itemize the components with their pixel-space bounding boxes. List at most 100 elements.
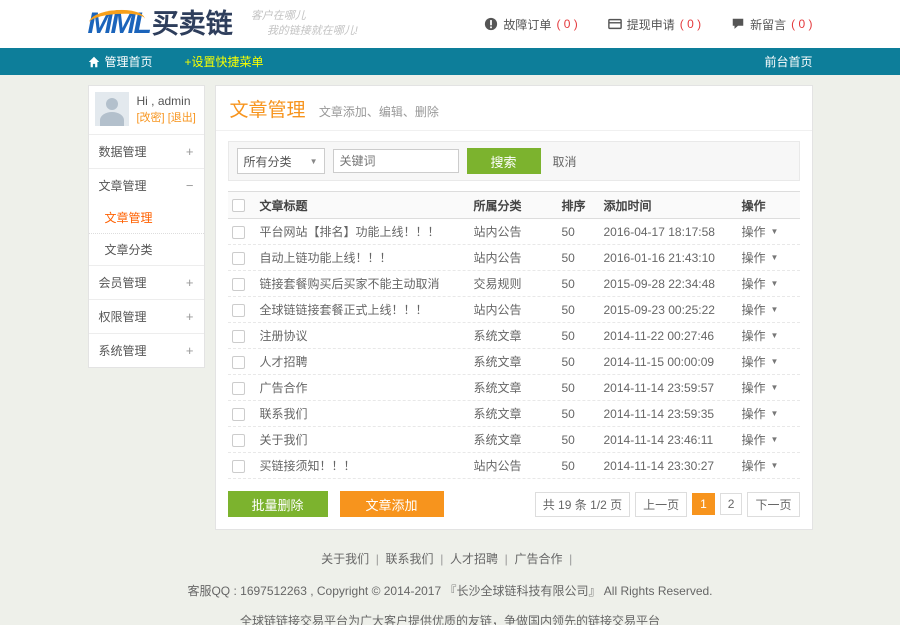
sidebar-menu-item[interactable]: 文章管理 bbox=[89, 202, 204, 233]
pagination-next[interactable]: 下一页 bbox=[747, 492, 799, 517]
sidebar-menu-item[interactable]: 会员管理 + bbox=[89, 265, 204, 299]
table-row: 联系我们 系统文章 50 2014-11-14 23:59:35 操作 ▼ bbox=[228, 401, 800, 427]
withdraw-requests-link[interactable]: 提现申请 ( 0 ) bbox=[608, 16, 701, 33]
sidebar-menu-item-label: 数据管理 bbox=[99, 143, 147, 160]
fault-orders-link[interactable]: 故障订单 ( 0 ) bbox=[484, 16, 577, 33]
caret-down-icon: ▼ bbox=[771, 305, 779, 314]
article-category: 系统文章 bbox=[474, 405, 562, 422]
pagination-pages: 1 2 bbox=[692, 493, 742, 515]
article-title-link[interactable]: 注册协议 bbox=[260, 327, 474, 344]
article-add-time: 2014-11-14 23:59:35 bbox=[604, 407, 742, 421]
add-article-button[interactable]: 文章添加 bbox=[340, 491, 444, 517]
page-subtitle: 文章添加、编辑、删除 bbox=[319, 105, 439, 119]
admin-home-link[interactable]: 管理首页 bbox=[88, 53, 153, 70]
cancel-link[interactable]: 取消 bbox=[553, 153, 577, 170]
site-logo[interactable]: MML 买卖链 bbox=[88, 9, 233, 39]
logout-link[interactable]: [退出] bbox=[168, 112, 196, 124]
sidebar-menu-item[interactable]: 权限管理 + bbox=[89, 299, 204, 333]
row-checkbox[interactable] bbox=[232, 330, 245, 343]
footer-link[interactable]: 广告合作 bbox=[514, 552, 578, 566]
sidebar-menu-item[interactable]: 系统管理 + bbox=[89, 333, 204, 367]
caret-down-icon: ▼ bbox=[771, 409, 779, 418]
row-action-dropdown[interactable]: 操作 ▼ bbox=[742, 457, 779, 474]
fault-icon bbox=[484, 17, 498, 31]
tagline-line2: 我的链接就在哪儿! bbox=[267, 24, 358, 39]
sidebar-menu-item-label: 权限管理 bbox=[99, 308, 147, 325]
caret-down-icon: ▼ bbox=[771, 279, 779, 288]
pagination-page[interactable]: 2 bbox=[720, 493, 743, 515]
sidebar-menu: 数据管理 + 文章管理 − 文章管理 文章分类 bbox=[89, 134, 204, 367]
article-sort: 50 bbox=[562, 251, 604, 265]
expand-toggle-icon: + bbox=[186, 343, 194, 358]
admin-home-label: 管理首页 bbox=[105, 53, 153, 70]
article-title-link[interactable]: 联系我们 bbox=[260, 405, 474, 422]
batch-delete-button[interactable]: 批量删除 bbox=[228, 491, 328, 517]
row-checkbox[interactable] bbox=[232, 460, 245, 473]
expand-toggle-icon: + bbox=[186, 144, 194, 159]
sidebar-menu-item[interactable]: 数据管理 + bbox=[89, 134, 204, 168]
row-checkbox[interactable] bbox=[232, 408, 245, 421]
change-password-link[interactable]: [改密] bbox=[137, 112, 165, 124]
article-category: 交易规则 bbox=[474, 275, 562, 292]
expand-toggle-icon: + bbox=[186, 275, 194, 290]
row-action-dropdown[interactable]: 操作 ▼ bbox=[742, 405, 779, 422]
article-sort: 50 bbox=[562, 459, 604, 473]
article-title-link[interactable]: 人才招聘 bbox=[260, 353, 474, 370]
row-action-label: 操作 bbox=[742, 223, 766, 240]
footer-link[interactable]: 联系我们 bbox=[386, 552, 450, 566]
row-checkbox[interactable] bbox=[232, 382, 245, 395]
row-action-dropdown[interactable]: 操作 ▼ bbox=[742, 275, 779, 292]
article-title-link[interactable]: 广告合作 bbox=[260, 379, 474, 396]
row-checkbox[interactable] bbox=[232, 252, 245, 265]
withdraw-requests-count: ( 0 ) bbox=[680, 17, 701, 31]
row-checkbox[interactable] bbox=[232, 434, 245, 447]
tagline-line1: 客户在哪儿 bbox=[251, 9, 358, 24]
category-select[interactable]: 所有分类 ▼ bbox=[237, 148, 325, 174]
article-title-link[interactable]: 关于我们 bbox=[260, 431, 474, 448]
table-row: 注册协议 系统文章 50 2014-11-22 00:27:46 操作 ▼ bbox=[228, 323, 800, 349]
row-action-dropdown[interactable]: 操作 ▼ bbox=[742, 249, 779, 266]
new-messages-link[interactable]: 新留言 ( 0 ) bbox=[731, 16, 812, 33]
row-action-dropdown[interactable]: 操作 ▼ bbox=[742, 379, 779, 396]
table-header-row: 文章标题 所属分类 排序 添加时间 操作 bbox=[228, 191, 800, 219]
row-checkbox[interactable] bbox=[232, 278, 245, 291]
row-checkbox[interactable] bbox=[232, 304, 245, 317]
row-action-label: 操作 bbox=[742, 249, 766, 266]
article-title-link[interactable]: 链接套餐购买后买家不能主动取消 bbox=[260, 275, 474, 292]
article-title-link[interactable]: 平台网站【排名】功能上线！！！ bbox=[260, 223, 474, 240]
keyword-input[interactable] bbox=[333, 149, 459, 173]
pagination-summary: 共 19 条 1/2 页 bbox=[535, 492, 630, 517]
table-row: 关于我们 系统文章 50 2014-11-14 23:46:11 操作 ▼ bbox=[228, 427, 800, 453]
article-add-time: 2015-09-23 00:25:22 bbox=[604, 303, 742, 317]
row-action-dropdown[interactable]: 操作 ▼ bbox=[742, 353, 779, 370]
article-title-link[interactable]: 自动上链功能上线！！！ bbox=[260, 249, 474, 266]
content-area: Hi , admin [改密] [退出] 数据管理 + 文章管理 − bbox=[88, 85, 813, 530]
row-checkbox[interactable] bbox=[232, 356, 245, 369]
sidebar-menu-item[interactable]: 文章分类 bbox=[89, 233, 204, 265]
article-title-link[interactable]: 全球链链接套餐正式上线！！！ bbox=[260, 301, 474, 318]
article-category: 站内公告 bbox=[474, 249, 562, 266]
message-icon bbox=[731, 17, 745, 31]
row-action-label: 操作 bbox=[742, 431, 766, 448]
pagination-page[interactable]: 1 bbox=[692, 493, 715, 515]
row-action-label: 操作 bbox=[742, 327, 766, 344]
article-sort: 50 bbox=[562, 381, 604, 395]
select-all-checkbox[interactable] bbox=[232, 199, 245, 212]
table-row: 平台网站【排名】功能上线！！！ 站内公告 50 2016-04-17 18:17… bbox=[228, 219, 800, 245]
search-button[interactable]: 搜索 bbox=[467, 148, 541, 174]
row-action-dropdown[interactable]: 操作 ▼ bbox=[742, 223, 779, 240]
pagination-prev[interactable]: 上一页 bbox=[635, 492, 687, 517]
article-title-link[interactable]: 买链接须知！！！ bbox=[260, 457, 474, 474]
row-action-dropdown[interactable]: 操作 ▼ bbox=[742, 301, 779, 318]
sidebar-menu-item-label: 文章管理 bbox=[99, 177, 147, 194]
sidebar-menu-item[interactable]: 文章管理 − bbox=[89, 168, 204, 202]
row-action-dropdown[interactable]: 操作 ▼ bbox=[742, 327, 779, 344]
footer-link[interactable]: 人才招聘 bbox=[450, 552, 514, 566]
footer-link[interactable]: 关于我们 bbox=[321, 552, 385, 566]
row-action-dropdown[interactable]: 操作 ▼ bbox=[742, 431, 779, 448]
sidebar-menu-item-label: 会员管理 bbox=[99, 274, 147, 291]
front-home-link[interactable]: 前台首页 bbox=[764, 53, 812, 70]
table-row: 人才招聘 系统文章 50 2014-11-15 00:00:09 操作 ▼ bbox=[228, 349, 800, 375]
row-checkbox[interactable] bbox=[232, 226, 245, 239]
set-quick-menu-link[interactable]: +设置快捷菜单 bbox=[185, 53, 264, 70]
